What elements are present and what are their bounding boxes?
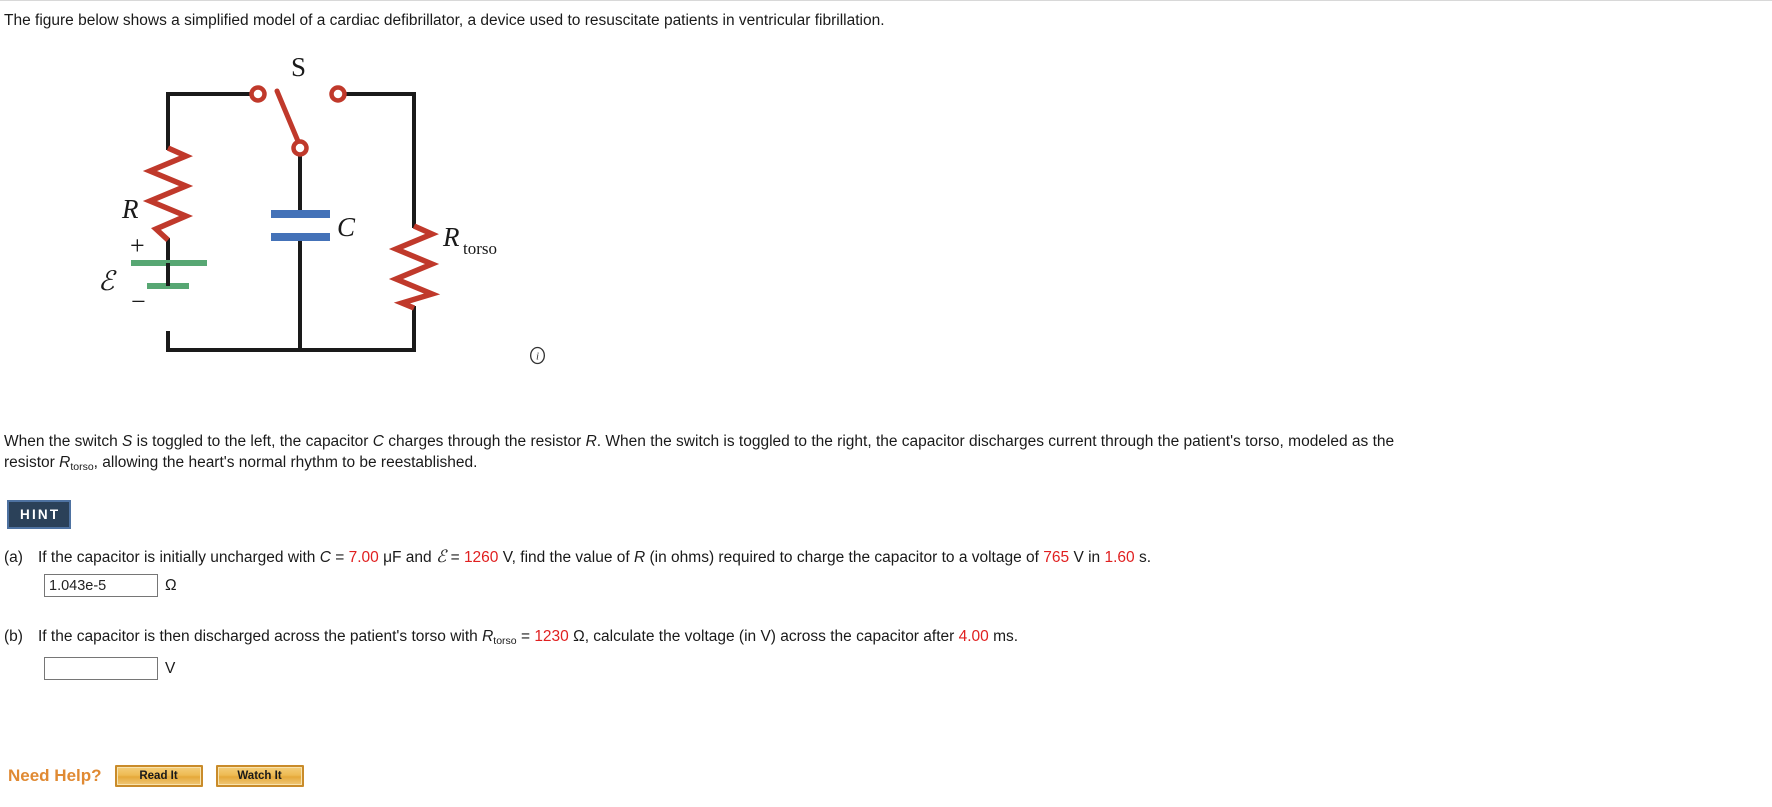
part-b-eq-1: = [516, 628, 535, 645]
part-a-text-5: s. [1134, 549, 1152, 566]
part-b-label: (b) [4, 628, 23, 645]
intro-text: The figure below shows a simplified mode… [4, 12, 885, 29]
part-b-value-time: 4.00 [958, 628, 989, 645]
resistor-R-label: R [121, 194, 139, 224]
emf-label: ℰ [98, 266, 117, 296]
need-help-label: Need Help? [8, 766, 102, 785]
battery-plus-sign: + [130, 231, 145, 260]
part-a-var-R: R [634, 549, 646, 566]
capacitor-C-label: C [337, 212, 356, 242]
part-a-label: (a) [4, 549, 23, 566]
part-b-answer-row: V [44, 657, 175, 680]
explanation-line-2: resistor Rtorso, allowing the heart's no… [4, 454, 478, 473]
part-a-answer-input[interactable] [44, 574, 158, 597]
read-it-button[interactable]: Read It [114, 765, 203, 787]
part-a-text-3: (in ohms) required to charge the capacit… [645, 549, 1044, 566]
info-circle-icon[interactable]: i [528, 346, 547, 365]
part-a-value-time: 1.60 [1104, 549, 1135, 566]
switch-S-label: S [291, 52, 306, 82]
battery-minus-sign: − [131, 287, 146, 316]
part-a-eq-1: = [330, 549, 349, 566]
part-a-answer-unit: Ω [165, 576, 177, 594]
watch-it-button[interactable]: Watch It [215, 765, 304, 787]
part-a-emf-symbol: ℰ [435, 547, 447, 566]
circuit-figure: R + − ℰ S C R torso [0, 48, 640, 378]
part-a-value-voltage: 765 [1043, 549, 1070, 566]
part-b-unit-R: Ω, calculate the voltage (in V) across t… [568, 628, 959, 645]
resistor-R-symbol [142, 145, 194, 243]
explanation-paragraph: When the switch S is toggled to the left… [4, 431, 1772, 478]
hint-button[interactable]: HINT [7, 500, 72, 529]
part-a-answer-row: Ω [44, 574, 177, 597]
part-a-var-C: C [319, 549, 331, 566]
part-a-value-emf: 1260 [463, 549, 499, 566]
part-a-value-C: 7.00 [348, 549, 379, 566]
part-a-unit-C: μF and [378, 549, 436, 566]
circuit-wires [166, 92, 416, 352]
part-a-text-2: V, find the value of [498, 549, 635, 566]
resistor-Rtorso-symbol [388, 223, 441, 311]
question-part-a: (a) If the capacitor is initially uncharg… [4, 547, 1151, 568]
part-a-eq-2: = [446, 549, 464, 566]
part-b-var-R: R [482, 628, 494, 645]
resistor-Rtorso-label: R [442, 222, 460, 252]
part-a-text-1: If the capacitor is initially uncharged … [38, 549, 320, 566]
part-a-text-4: V in [1069, 549, 1105, 566]
need-help-row: Need Help? Read It Watch It [8, 765, 304, 787]
switch-S-symbol [249, 85, 347, 157]
capacitor-C-symbol [271, 210, 330, 241]
svg-text:i: i [536, 351, 539, 363]
part-b-answer-unit: V [165, 659, 176, 677]
part-b-answer-input[interactable] [44, 657, 158, 680]
part-b-var-R-subscript: torso [493, 634, 517, 647]
question-part-b: (b) If the capacitor is then discharged a… [4, 627, 1018, 651]
part-b-text-1: If the capacitor is then discharged acro… [38, 628, 483, 645]
top-divider [0, 0, 1772, 1]
part-b-text-2: ms. [988, 628, 1019, 645]
part-b-value-R: 1230 [534, 628, 569, 645]
resistor-Rtorso-subscript: torso [463, 239, 497, 258]
explanation-line-1: When the switch S is toggled to the left… [4, 433, 1395, 450]
